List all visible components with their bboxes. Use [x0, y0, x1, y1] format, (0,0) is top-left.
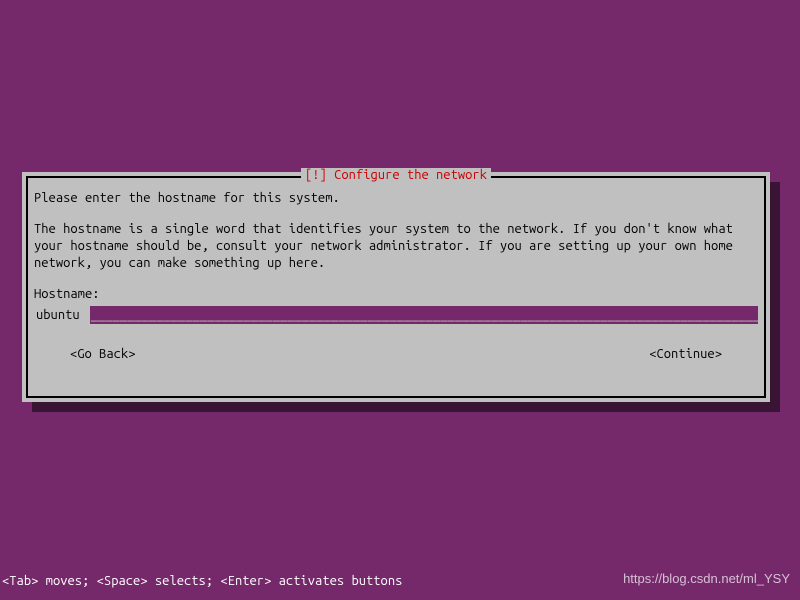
input-underline: ________________________________________…: [91, 306, 758, 324]
hostname-value: ubuntu: [34, 306, 82, 324]
button-row: <Go Back> <Continue>: [34, 346, 758, 363]
instruction-text: Please enter the hostname for this syste…: [34, 190, 758, 207]
dialog-frame: [!] Configure the network Please enter t…: [26, 176, 766, 398]
text-cursor: [82, 306, 90, 324]
help-bar: <Tab> moves; <Space> selects; <Enter> ac…: [0, 574, 404, 588]
hostname-input[interactable]: ubuntu __________________________________…: [34, 306, 758, 324]
dialog-title: [!] Configure the network: [301, 168, 491, 182]
go-back-button[interactable]: <Go Back>: [70, 346, 136, 363]
watermark-text: https://blog.csdn.net/ml_YSY: [623, 571, 790, 586]
dialog-box: [!] Configure the network Please enter t…: [22, 172, 770, 402]
continue-button[interactable]: <Continue>: [649, 346, 722, 363]
description-text: The hostname is a single word that ident…: [34, 221, 758, 272]
hostname-label: Hostname:: [34, 286, 758, 303]
dialog-content: Please enter the hostname for this syste…: [28, 178, 764, 371]
